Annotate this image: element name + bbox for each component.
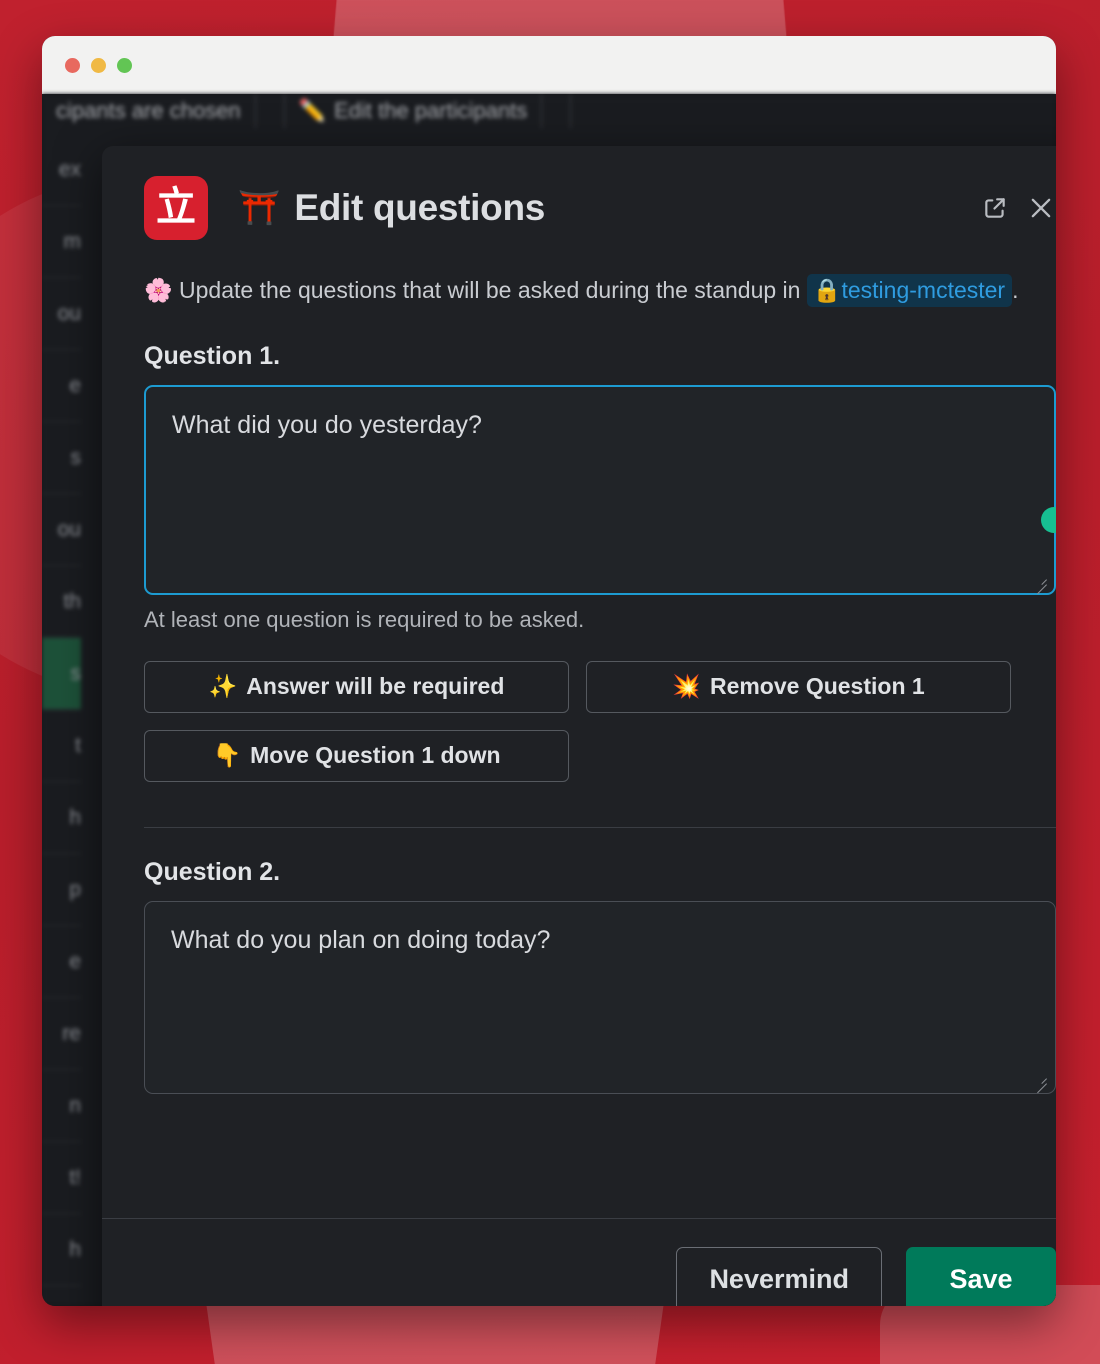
- background-fragment: t: [42, 710, 81, 782]
- close-icon[interactable]: [1018, 185, 1056, 231]
- finger-down-icon: 👇: [212, 742, 242, 769]
- nevermind-button[interactable]: Nevermind: [676, 1247, 882, 1306]
- modal-header: 立 ⛩️ Edit questions: [102, 146, 1056, 248]
- background-fragment: e: [42, 350, 81, 422]
- background-fragment: h: [42, 782, 81, 854]
- open-in-new-window-icon[interactable]: [972, 185, 1018, 231]
- background-topbar: cipants are chosen ✏️ Edit the participa…: [42, 94, 1056, 128]
- save-button[interactable]: Save: [906, 1247, 1056, 1306]
- traffic-light-minimize[interactable]: [91, 57, 106, 73]
- toggle-required-q1-button[interactable]: ✨ Answer will be required: [144, 660, 569, 713]
- background-topbar-item: [256, 94, 285, 128]
- lock-icon: 🔒: [812, 277, 842, 303]
- question-2-input-wrap: [144, 900, 1056, 1094]
- background-topbar-item: [542, 94, 572, 128]
- background-topbar-item-label: Edit the participants: [334, 98, 528, 123]
- background-topbar-item: ✏️ Edit the participants: [285, 94, 543, 128]
- window-titlebar: [42, 36, 1056, 94]
- collision-icon: 💥: [672, 673, 701, 700]
- background-left-fragments: ex m ou e s ou th s t h p e re n t! h d: [42, 134, 84, 1306]
- edit-questions-modal: 立 ⛩️ Edit questions 🌸 Update the questio…: [102, 146, 1056, 1306]
- traffic-light-maximize[interactable]: [117, 57, 132, 73]
- background-fragment: ex: [42, 134, 81, 206]
- background-fragment: t!: [42, 1142, 81, 1214]
- background-fragment: e: [42, 926, 81, 998]
- background-topbar-item: cipants are chosen: [42, 94, 256, 128]
- background-fragment: s: [42, 422, 81, 494]
- modal-description-period: .: [1012, 277, 1019, 303]
- background-fragment: re: [42, 998, 81, 1070]
- question-2-label: Question 2.: [144, 857, 281, 886]
- question-1-input-wrap: [144, 384, 1056, 595]
- question-1-actions: ✨ Answer will be required 💥 Remove Quest…: [144, 660, 1056, 782]
- background-fragment: p: [42, 854, 81, 926]
- background-fragment: n: [42, 1070, 81, 1142]
- modal-body: 🌸 Update the questions that will be aske…: [102, 248, 1056, 1218]
- move-question-1-down-button[interactable]: 👇 Move Question 1 down: [144, 729, 569, 782]
- sparkles-icon: ✨: [208, 673, 238, 700]
- modal-footer: Nevermind Save: [102, 1218, 1056, 1306]
- modal-description: 🌸 Update the questions that will be aske…: [144, 270, 1056, 312]
- desktop-window: cipants are chosen ✏️ Edit the participa…: [42, 36, 1056, 1306]
- question-1-input[interactable]: [144, 384, 1056, 595]
- remove-question-1-button[interactable]: 💥 Remove Question 1: [586, 660, 1011, 713]
- app-icon: 立: [144, 176, 208, 240]
- cherry-blossom-icon: 🌸: [144, 277, 173, 303]
- modal-title: Edit questions: [294, 187, 546, 228]
- toggle-required-q1-label: Answer will be required: [246, 673, 505, 700]
- background-fragment: ou: [42, 494, 81, 566]
- background-fragment: ou: [42, 278, 81, 350]
- modal-description-text: Update the questions that will be asked …: [179, 277, 801, 303]
- torii-gate-icon: ⛩️: [238, 189, 281, 227]
- background-fragment: m: [42, 206, 81, 278]
- pencil-icon: ✏️: [298, 98, 327, 123]
- question-2-input[interactable]: [144, 900, 1056, 1094]
- channel-mention[interactable]: 🔒testing-mctester: [806, 274, 1013, 307]
- traffic-light-close[interactable]: [65, 57, 80, 73]
- channel-name: testing-mctester: [841, 277, 1006, 303]
- question-1-label: Question 1.: [144, 341, 281, 370]
- question-1-hint: At least one question is required to be …: [144, 606, 585, 632]
- background-fragment: th: [42, 566, 81, 638]
- background-fragment: d: [42, 1286, 81, 1306]
- remove-question-1-label: Remove Question 1: [709, 673, 925, 700]
- background-fragment: s: [42, 638, 81, 710]
- move-question-1-down-label: Move Question 1 down: [250, 742, 501, 769]
- background-fragment: h: [42, 1214, 81, 1286]
- section-divider: [144, 826, 1056, 828]
